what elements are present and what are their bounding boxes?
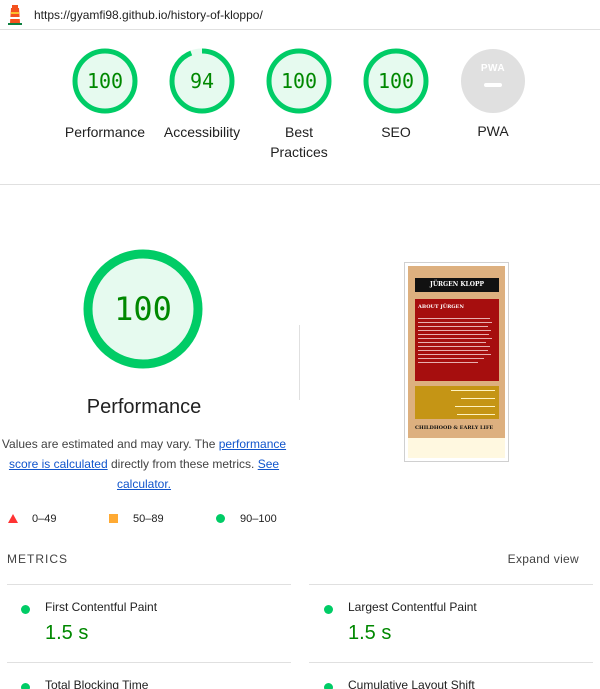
performance-score: 100	[114, 290, 172, 328]
gauge-score: 100	[86, 69, 124, 93]
gauge-pwa[interactable]: PWA PWA	[438, 48, 548, 141]
pass-circle-icon	[21, 683, 30, 689]
screenshot-menu	[415, 386, 499, 419]
metric-divider	[7, 662, 291, 663]
gauge-score: 94	[189, 69, 215, 93]
screenshot-about-heading: ABOUT JÜRGEN	[418, 304, 464, 310]
screenshot-section-heading: CHILDHOOD & EARLY LIFE	[415, 425, 494, 431]
gauge-label: PWA	[477, 123, 509, 139]
category-summary: 100 Performance 94 Accessibility 100 Bes…	[0, 30, 600, 185]
metric-value: 1.5 s	[348, 622, 392, 644]
metric-divider	[7, 584, 291, 585]
pwa-badge-text: PWA	[480, 63, 506, 74]
page-url[interactable]: https://gyamfi98.github.io/history-of-kl…	[34, 8, 263, 22]
metric-divider	[309, 662, 593, 663]
fail-triangle-icon	[8, 514, 18, 523]
metrics-heading: METRICS	[7, 552, 68, 566]
expand-view-button[interactable]: Expand view	[508, 552, 579, 566]
gauge-seo[interactable]: 100 SEO	[341, 48, 451, 142]
legend-pass: 90–100	[240, 513, 277, 525]
gauge-score: 100	[280, 69, 318, 93]
pass-circle-icon	[324, 605, 333, 614]
gauge-label: Performance	[64, 124, 146, 140]
pass-circle-icon	[324, 683, 333, 689]
metric-divider	[309, 584, 593, 585]
final-screenshot[interactable]: JÜRGEN KLOPP ABOUT JÜRGEN CHILDHOOD & EA…	[404, 262, 509, 462]
pass-circle-icon	[21, 605, 30, 614]
gauge-performance[interactable]: 100 Performance	[50, 48, 160, 142]
screenshot-footer	[408, 438, 505, 458]
desc-text: directly from these metrics.	[107, 457, 258, 471]
metric-label: Cumulative Layout Shift	[348, 678, 475, 689]
performance-description: Values are estimated and may vary. The p…	[0, 434, 288, 494]
lighthouse-icon	[8, 4, 22, 25]
screenshot-about-box: ABOUT JÜRGEN	[415, 299, 499, 381]
pass-circle-icon	[216, 514, 225, 523]
gauge-best-practices[interactable]: 100 Best Practices	[244, 48, 354, 162]
score-legend: 0–49 50–89 90–100	[0, 509, 300, 529]
average-square-icon	[109, 514, 118, 523]
metric-label: First Contentful Paint	[45, 600, 158, 614]
metric-label: Total Blocking Time	[45, 678, 149, 689]
screenshot-title: JÜRGEN KLOPP	[415, 278, 499, 292]
url-bar: https://gyamfi98.github.io/history-of-kl…	[0, 0, 600, 30]
performance-title: Performance	[86, 396, 202, 418]
performance-section: 100 Performance Values are estimated and…	[0, 185, 600, 530]
gauge-accessibility[interactable]: 94 Accessibility	[147, 48, 257, 142]
gauge-score: 100	[377, 69, 415, 93]
legend-average: 50–89	[133, 513, 164, 525]
pwa-dash-icon	[484, 83, 502, 87]
metric-value: 1.5 s	[45, 622, 89, 644]
desc-text: Values are estimated and may vary. The	[1, 437, 219, 451]
gauge-label: Best Practices	[270, 124, 328, 160]
section-divider	[299, 325, 300, 400]
performance-gauge: 100	[83, 249, 203, 369]
gauge-label: SEO	[381, 124, 411, 140]
metric-label: Largest Contentful Paint	[348, 600, 477, 614]
legend-fail: 0–49	[32, 513, 57, 525]
pwa-badge-icon: PWA	[461, 49, 525, 113]
gauge-label: Accessibility	[163, 124, 241, 140]
